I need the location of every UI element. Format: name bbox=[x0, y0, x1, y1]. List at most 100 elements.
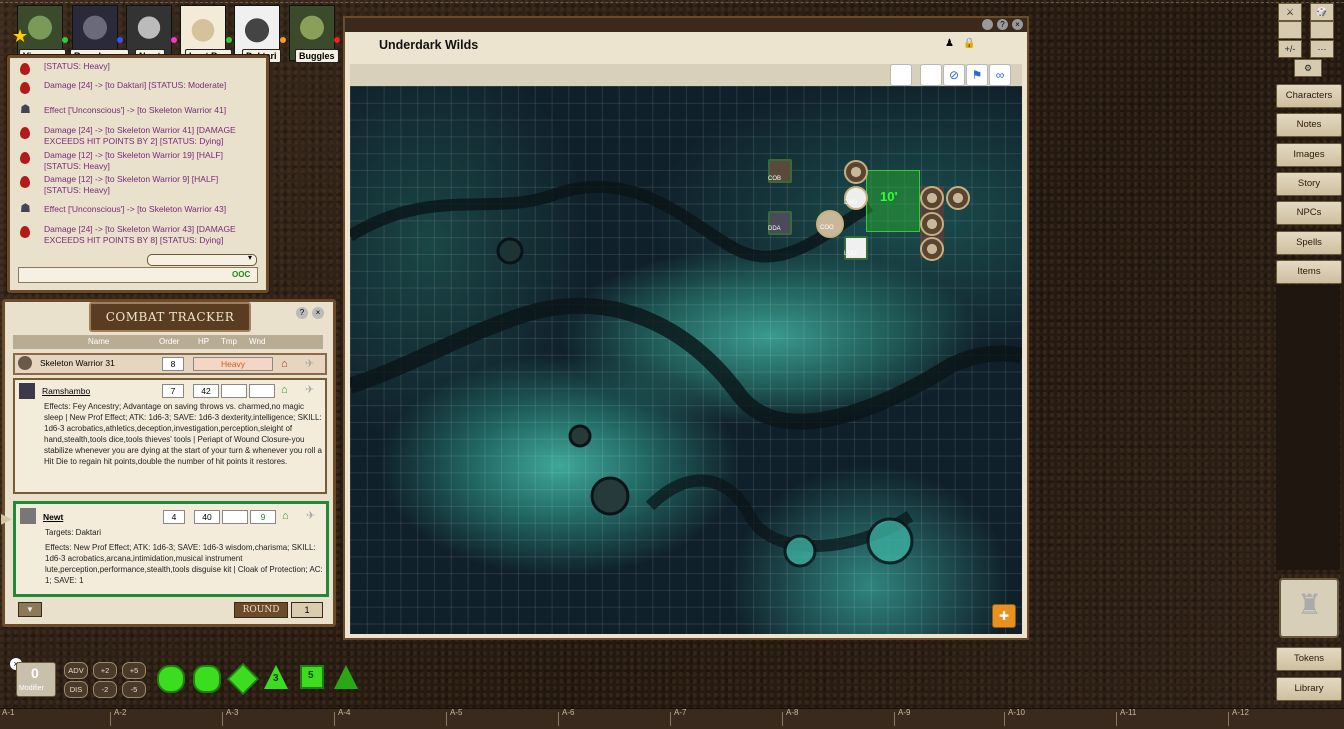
die-face: 5 bbox=[308, 670, 314, 681]
ct-wnd[interactable]: 9 bbox=[250, 510, 276, 524]
hotkey-cell[interactable]: A-10 bbox=[1008, 708, 1025, 717]
ct-hp[interactable]: 42 bbox=[193, 384, 219, 398]
ct-name[interactable]: Ramshambo bbox=[42, 386, 90, 396]
tower-icon[interactable]: ♜ bbox=[1279, 578, 1339, 638]
status-dot bbox=[334, 37, 340, 43]
images-button[interactable]: Images bbox=[1276, 143, 1342, 167]
combat-icon[interactable]: ⚔ bbox=[1278, 3, 1302, 21]
notes-button[interactable]: Notes bbox=[1276, 113, 1342, 137]
divider bbox=[782, 712, 783, 726]
help-icon[interactable]: ? bbox=[296, 307, 308, 319]
more-icon[interactable]: ⋯ bbox=[1310, 40, 1334, 58]
hotkey-cell[interactable]: A-8 bbox=[786, 708, 798, 717]
dice-icon[interactable]: 🎲 bbox=[1310, 3, 1334, 21]
ct-name[interactable]: Newt bbox=[43, 512, 63, 522]
items-button[interactable]: Items bbox=[1276, 260, 1342, 284]
plus-2-button[interactable]: +2 bbox=[93, 662, 117, 679]
hotkey-cell[interactable]: A-2 bbox=[114, 708, 126, 717]
party-icon[interactable] bbox=[1278, 21, 1302, 39]
map-canvas[interactable]: 10' COB DAO DDA COO LOO ✚ bbox=[350, 86, 1022, 634]
d20-die[interactable] bbox=[157, 665, 185, 693]
tokens-button[interactable]: Tokens bbox=[1276, 647, 1342, 671]
target-icon[interactable] bbox=[920, 64, 942, 86]
ct-hp[interactable]: 40 bbox=[194, 510, 220, 524]
hotkey-cell[interactable]: A-5 bbox=[450, 708, 462, 717]
chat-text: Effect ['Unconscious'] -> [to Skeleton W… bbox=[44, 105, 227, 115]
ct-order[interactable]: 4 bbox=[163, 510, 185, 524]
status-dot bbox=[117, 37, 123, 43]
hotkey-cell[interactable]: A-9 bbox=[898, 708, 910, 717]
hotkey-cell[interactable]: A-4 bbox=[338, 708, 350, 717]
divider bbox=[1116, 712, 1117, 726]
faction-icon[interactable]: ⌂ bbox=[281, 358, 288, 370]
hotkey-cell[interactable]: A-7 bbox=[674, 708, 686, 717]
d12-die[interactable] bbox=[193, 665, 221, 693]
minus-5-button[interactable]: -5 bbox=[122, 681, 146, 698]
ct-tmp[interactable] bbox=[221, 384, 247, 398]
person-icon: ☗ bbox=[20, 201, 31, 215]
chat-text: [STATUS: Heavy] bbox=[44, 61, 110, 71]
token[interactable] bbox=[816, 210, 844, 238]
ct-wnd[interactable] bbox=[249, 384, 275, 398]
hotkey-cell[interactable]: A-6 bbox=[562, 708, 574, 717]
d4-die[interactable] bbox=[334, 665, 358, 689]
grid-icon[interactable] bbox=[890, 64, 912, 86]
hotkey-cell[interactable]: A-3 bbox=[226, 708, 238, 717]
minus-2-button[interactable]: -2 bbox=[93, 681, 117, 698]
skeleton-token[interactable] bbox=[946, 186, 970, 210]
round-label[interactable]: ROUND bbox=[234, 602, 288, 618]
ct-row-newt[interactable]: Newt 4 40 9 ⌂ ✈ Targets: Daktari Effects… bbox=[13, 501, 329, 597]
ct-tmp[interactable] bbox=[222, 510, 248, 524]
ct-row-skeleton[interactable]: Skeleton Warrior 31 8 Heavy ⌂ ✈ bbox=[13, 353, 327, 375]
skeleton-token[interactable] bbox=[920, 212, 944, 236]
damage-drop-icon bbox=[20, 176, 30, 188]
pawn-icon[interactable]: ♟ bbox=[945, 38, 954, 49]
token[interactable] bbox=[844, 186, 868, 210]
plus-5-button[interactable]: +5 bbox=[122, 662, 146, 679]
d10-die[interactable] bbox=[227, 663, 259, 695]
faction-icon[interactable]: ⌂ bbox=[281, 384, 288, 396]
d8-die[interactable]: 3 bbox=[264, 665, 288, 689]
faction-icon[interactable]: ⌂ bbox=[282, 510, 289, 522]
skeleton-token[interactable] bbox=[844, 160, 868, 184]
skeleton-token[interactable] bbox=[920, 237, 944, 261]
adv-button[interactable]: ADV bbox=[64, 662, 88, 679]
modifier-box[interactable]: 0 Modifier bbox=[16, 662, 56, 697]
hotkey-cell[interactable]: A-12 bbox=[1232, 708, 1249, 717]
target-icon[interactable]: ✈ bbox=[305, 357, 314, 370]
hotkey-cell[interactable]: A-11 bbox=[1120, 708, 1136, 717]
flag-icon[interactable]: ⚑ bbox=[966, 64, 988, 86]
target-icon[interactable]: ✈ bbox=[306, 509, 315, 522]
skeleton-token[interactable] bbox=[920, 186, 944, 210]
lock-icon[interactable]: 🔒 bbox=[963, 38, 975, 49]
spells-button[interactable]: Spells bbox=[1276, 231, 1342, 255]
token-icon[interactable] bbox=[1310, 21, 1334, 39]
ct-order[interactable]: 7 bbox=[162, 384, 184, 398]
close-icon[interactable]: × bbox=[1012, 19, 1023, 30]
divider bbox=[110, 712, 111, 726]
story-button[interactable]: Story bbox=[1276, 172, 1342, 196]
d6-die[interactable]: 5 bbox=[300, 665, 324, 689]
target-icon[interactable]: ✈ bbox=[305, 383, 314, 396]
npcs-button[interactable]: NPCs bbox=[1276, 201, 1342, 225]
gear-icon[interactable]: ⚙ bbox=[1294, 59, 1322, 77]
pointer-off-icon[interactable]: ⊘ bbox=[943, 64, 965, 86]
close-icon[interactable]: × bbox=[312, 307, 324, 319]
map-options-button[interactable]: ✚ bbox=[992, 604, 1016, 628]
library-button[interactable]: Library bbox=[1276, 677, 1342, 701]
help-icon[interactable]: ? bbox=[997, 19, 1008, 30]
dis-button[interactable]: DIS bbox=[64, 681, 88, 698]
map-titlebar[interactable]: ? × bbox=[345, 18, 1027, 32]
ct-order[interactable]: 8 bbox=[162, 357, 184, 371]
chat-input[interactable] bbox=[18, 267, 258, 283]
ct-row-ramshambo[interactable]: Ramshambo 7 42 ⌂ ✈ Effects: Fey Ancestry… bbox=[13, 378, 327, 494]
damage-drop-icon bbox=[20, 226, 30, 238]
menu-toggle-button[interactable]: ▼ bbox=[18, 602, 42, 617]
modifier-icon[interactable]: +/- bbox=[1278, 40, 1302, 58]
link-icon[interactable] bbox=[982, 19, 993, 30]
measure-icon[interactable]: ∞ bbox=[989, 64, 1011, 86]
hotkey-cell[interactable]: A-1 bbox=[2, 708, 14, 717]
characters-button[interactable]: Characters bbox=[1276, 84, 1342, 108]
ooc-toggle[interactable]: OOC bbox=[232, 270, 250, 279]
chat-mode-select[interactable]: ▾ bbox=[147, 253, 257, 266]
